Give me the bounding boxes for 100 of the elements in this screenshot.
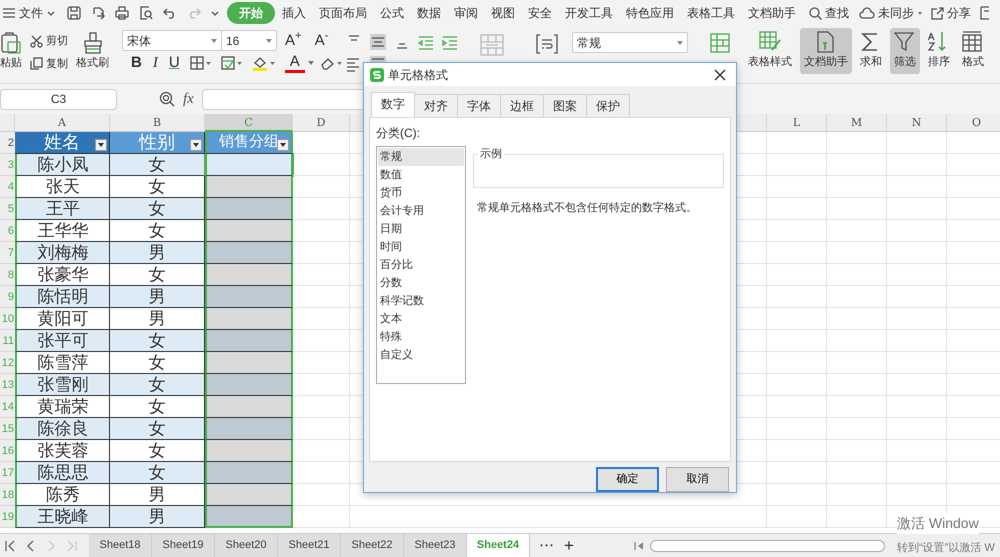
table-cell[interactable] <box>205 308 293 330</box>
menu-tab[interactable]: 页面布局 <box>313 3 373 23</box>
share-button[interactable]: 分享 <box>929 3 973 23</box>
doc-helper-button[interactable]: 文档助手 <box>800 28 852 74</box>
sheet-tab[interactable]: Sheet21 <box>278 534 341 557</box>
column-header[interactable]: M <box>827 114 887 132</box>
table-cell[interactable] <box>205 418 293 440</box>
category-item[interactable]: 数值 <box>378 166 464 184</box>
filter-dropdown[interactable] <box>277 139 289 151</box>
dialog-tab[interactable]: 数字 <box>371 92 415 118</box>
menu-tab[interactable]: 文档助手 <box>742 3 802 23</box>
dialog-tab[interactable]: 保护 <box>586 94 630 118</box>
category-item[interactable]: 文本 <box>378 310 464 328</box>
category-item[interactable]: 分数 <box>378 274 464 292</box>
paste-button[interactable]: 粘贴 <box>0 30 22 74</box>
indent-increase-icon[interactable] <box>442 34 458 50</box>
eraser-icon[interactable] <box>320 56 343 70</box>
zoom-icon[interactable] <box>159 91 175 107</box>
menu-tab[interactable]: 表格工具 <box>681 3 741 23</box>
menu-tab[interactable]: 开发工具 <box>559 3 619 23</box>
table-cell[interactable] <box>205 396 293 418</box>
table-cell[interactable] <box>205 198 293 220</box>
category-list[interactable]: 常规 数值 货币 会计专用 日期 时间 百分比 分数 科学记数 文本 特殊 自定义 <box>376 146 466 384</box>
font-color-button[interactable]: A <box>284 54 305 72</box>
indent-decrease-icon[interactable] <box>418 34 434 50</box>
save-icon[interactable] <box>67 6 81 20</box>
table-cell[interactable] <box>205 462 293 484</box>
cut-button[interactable]: 剪切 <box>28 32 70 50</box>
sheet-tab[interactable]: Sheet23 <box>404 534 467 557</box>
table-cell[interactable] <box>205 154 293 176</box>
close-icon[interactable] <box>714 68 726 81</box>
caret-icon[interactable] <box>211 10 219 16</box>
category-item[interactable]: 日期 <box>378 220 464 238</box>
table-cell[interactable] <box>205 506 293 528</box>
copy-button[interactable]: 复制 <box>28 54 70 73</box>
table-cell[interactable] <box>205 242 293 264</box>
table-cell[interactable] <box>205 484 293 506</box>
category-item[interactable]: 百分比 <box>378 256 464 274</box>
horizontal-scrollbar[interactable] <box>650 540 885 552</box>
function-button[interactable]: fx <box>183 88 194 110</box>
format-painter-button[interactable]: 格式刷 <box>76 30 109 74</box>
number-format-select[interactable]: 常规 <box>572 32 688 53</box>
file-menu[interactable]: 文件 <box>19 4 43 22</box>
underline-button[interactable]: U <box>164 53 185 73</box>
fill-color-icon[interactable] <box>252 56 276 70</box>
decrease-font-button[interactable]: A$^{-}$ <box>310 30 334 50</box>
category-item[interactable]: 常规 <box>378 148 464 166</box>
search-button[interactable]: 查找 <box>807 3 851 23</box>
category-item[interactable]: 特殊 <box>378 328 464 346</box>
menu-tab[interactable]: 审阅 <box>448 3 484 23</box>
category-item[interactable]: 自定义 <box>378 346 464 364</box>
menu-icon[interactable] <box>3 8 15 18</box>
menu-tab[interactable]: 数据 <box>411 3 447 23</box>
name-box[interactable]: C3 <box>0 88 117 110</box>
column-header[interactable]: D <box>293 114 350 132</box>
table-style-button[interactable]: 表格样式 <box>744 28 796 74</box>
merge-cells-icon[interactable] <box>480 34 504 56</box>
table-cell[interactable] <box>205 330 293 352</box>
category-item[interactable]: 科学记数 <box>378 292 464 310</box>
menu-tab[interactable]: 安全 <box>522 3 558 23</box>
filter-dropdown[interactable] <box>190 139 202 151</box>
font-size-select[interactable]: 16 <box>221 30 277 51</box>
filter-button[interactable]: 筛选 <box>890 28 920 74</box>
align-left-icon[interactable] <box>346 56 362 72</box>
share-file-icon[interactable] <box>91 6 105 20</box>
bold-button[interactable]: B <box>126 53 147 73</box>
increase-font-button[interactable]: A$^{+}$ <box>280 30 307 50</box>
category-item[interactable]: 时间 <box>378 238 464 256</box>
sheet-tab[interactable]: Sheet19 <box>152 534 215 557</box>
sum-button[interactable]: 求和 <box>856 28 886 74</box>
redo-icon[interactable] <box>187 7 201 19</box>
cell-style-icon[interactable] <box>220 56 243 70</box>
table-cell[interactable] <box>205 220 293 242</box>
category-item[interactable]: 货币 <box>378 184 464 202</box>
column-header[interactable]: B <box>110 114 205 132</box>
sheet-tab[interactable]: Sheet22 <box>341 534 404 557</box>
wrap-text-icon[interactable] <box>536 34 558 54</box>
column-header[interactable]: N <box>887 114 947 132</box>
caret-icon[interactable] <box>308 61 314 65</box>
format-button[interactable]: 格式 <box>958 28 988 74</box>
font-name-select[interactable]: 宋体 <box>122 30 222 51</box>
table-cell[interactable] <box>205 264 293 286</box>
italic-button[interactable]: I <box>148 53 163 73</box>
table-cell[interactable] <box>205 440 293 462</box>
cancel-button[interactable]: 取消 <box>666 467 729 492</box>
borders-icon[interactable] <box>190 56 212 70</box>
table-cell[interactable] <box>205 176 293 198</box>
sheet-tab[interactable]: Sheet18 <box>89 534 152 557</box>
table-cell[interactable] <box>205 352 293 374</box>
column-header[interactable]: O <box>947 114 1000 132</box>
undo-icon[interactable] <box>163 7 177 19</box>
add-sheet-button[interactable]: + <box>559 536 579 556</box>
category-item[interactable]: 会计专用 <box>378 202 464 220</box>
table-cell[interactable] <box>205 286 293 308</box>
select-all-corner[interactable] <box>0 114 15 132</box>
ok-button[interactable]: 确定 <box>596 467 659 492</box>
sync-button[interactable]: 未同步 <box>857 3 925 23</box>
print-preview-icon[interactable] <box>139 6 153 20</box>
column-header[interactable]: L <box>767 114 827 132</box>
conditional-format-icon[interactable] <box>710 33 730 53</box>
